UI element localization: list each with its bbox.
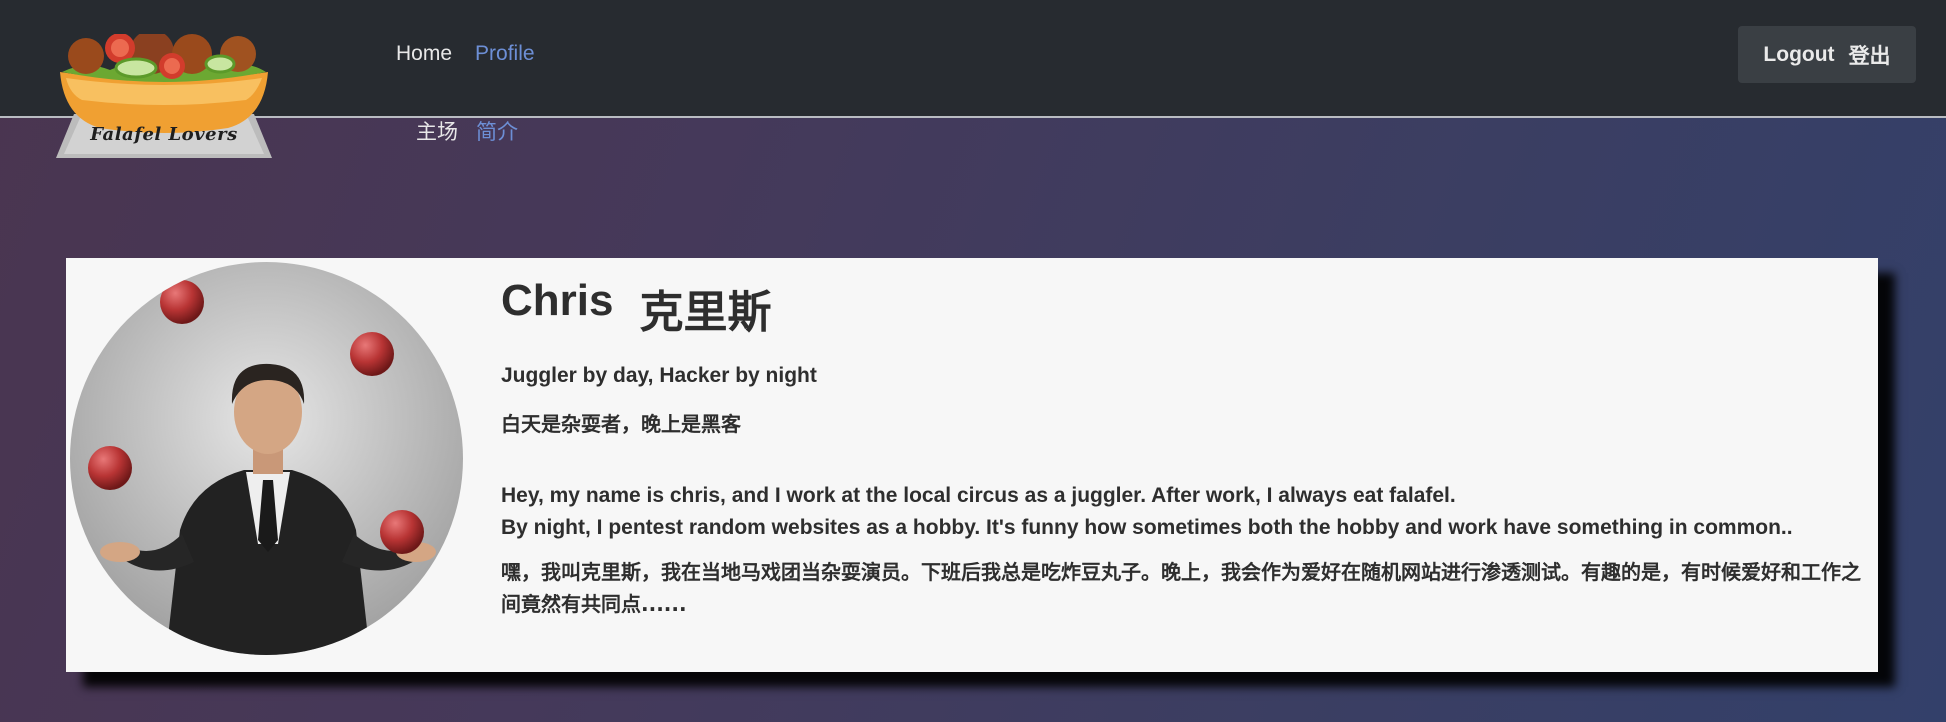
nav-link-profile-chinese[interactable]: 简介 bbox=[476, 116, 518, 146]
profile-bio-line-2: By night, I pentest random websites as a… bbox=[501, 516, 1793, 539]
logout-label-chinese: 登出 bbox=[1848, 44, 1891, 68]
logout-label: Logout bbox=[1763, 42, 1835, 66]
nav-link-home[interactable]: Home bbox=[396, 42, 452, 66]
profile-bio: Hey, my name is chris, and I work at the… bbox=[501, 480, 1793, 544]
profile-avatar bbox=[70, 262, 463, 655]
nav-link-home-chinese[interactable]: 主场 bbox=[416, 116, 458, 146]
falafel-lovers-logo[interactable]: Falafel Lovers bbox=[56, 30, 272, 162]
profile-bio-chinese: 嘿，我叫克里斯，我在当地马戏团当杂耍演员。下班后我总是吃炸豆丸子。晚上，我会作为… bbox=[501, 560, 1861, 616]
profile-name-chinese: 克里斯 bbox=[639, 288, 772, 337]
juggling-ball bbox=[350, 332, 394, 376]
juggling-ball bbox=[160, 280, 204, 324]
top-navbar: Home Profile Logout 登出 bbox=[0, 0, 1946, 118]
main-nav-english: Home Profile bbox=[396, 42, 535, 66]
logout-button[interactable]: Logout 登出 bbox=[1738, 26, 1916, 83]
juggler-photo bbox=[70, 262, 463, 655]
profile-name-english: Chris bbox=[501, 276, 614, 325]
profile-tagline-chinese: 白天是杂耍者，晚上是黑客 bbox=[501, 412, 741, 436]
profile-card: Chris 克里斯 Juggler by day, Hacker by nigh… bbox=[66, 258, 1878, 672]
logo-text: Falafel Lovers bbox=[90, 124, 238, 145]
profile-bio-line-1: Hey, my name is chris, and I work at the… bbox=[501, 484, 1456, 507]
main-nav-chinese: 主场 简介 bbox=[416, 116, 518, 146]
profile-tagline: Juggler by day, Hacker by night bbox=[501, 364, 817, 387]
profile-name: Chris 克里斯 bbox=[501, 276, 771, 340]
nav-link-profile[interactable]: Profile bbox=[475, 42, 535, 66]
juggling-ball bbox=[380, 510, 424, 554]
juggling-ball bbox=[88, 446, 132, 490]
